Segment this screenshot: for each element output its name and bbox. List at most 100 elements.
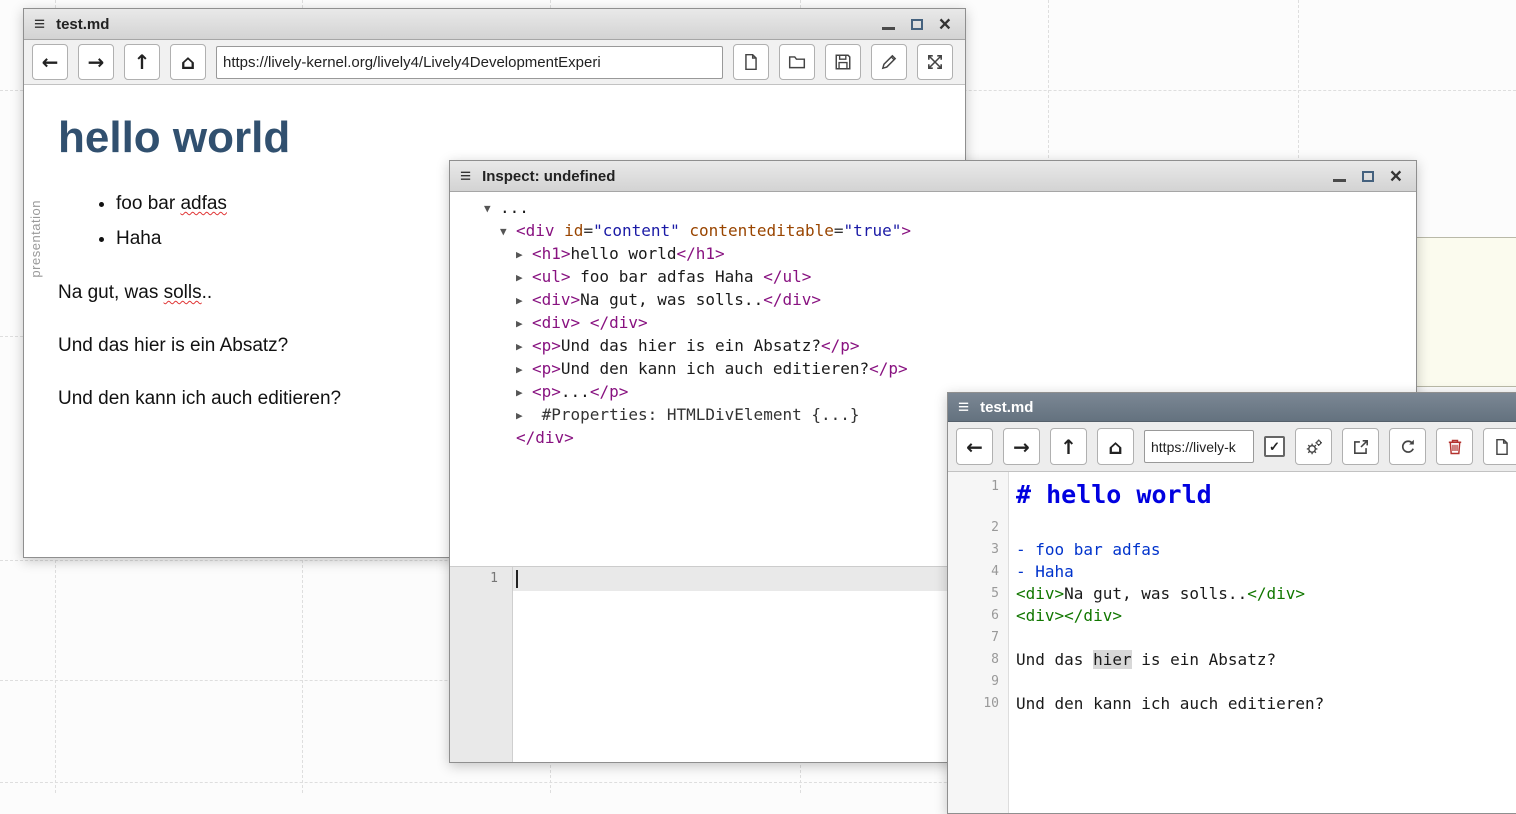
editor-line[interactable]: 3- foo bar adfas	[948, 539, 1516, 561]
text-segment	[580, 313, 590, 332]
titlebar[interactable]: ≡ test.md	[948, 393, 1516, 422]
tree-collapsed-icon[interactable]: ▶	[516, 336, 532, 358]
tree-collapsed-icon[interactable]: ▶	[516, 359, 532, 381]
text-segment: - foo bar adfas	[1016, 540, 1161, 559]
editor-line[interactable]: 1# hello world	[948, 476, 1516, 517]
text-segment: </p>	[869, 359, 908, 378]
code-line-content: Und das hier is ein Absatz?	[1008, 649, 1276, 671]
menu-icon[interactable]: ≡	[460, 167, 471, 186]
text-segment: </div>	[763, 290, 821, 309]
text-cursor	[516, 570, 518, 588]
navigation-toolbar: ← → ↑ ⌂	[24, 40, 965, 85]
minimize-icon[interactable]	[1333, 179, 1346, 182]
back-button[interactable]: ←	[32, 44, 68, 80]
tree-row[interactable]: ▼<div id="content" contenteditable="true…	[450, 220, 1416, 243]
editor-line[interactable]: 5<div>Na gut, was solls..</div>	[948, 583, 1516, 605]
code-editor[interactable]: 1# hello world23- foo bar adfas4- Haha5<…	[948, 472, 1516, 814]
markdown-heading[interactable]: hello world	[58, 113, 965, 163]
text-segment: </p>	[821, 336, 860, 355]
tree-row[interactable]: ▶<div>Na gut, was solls..</div>	[450, 289, 1416, 312]
line-number: 1	[450, 571, 498, 586]
tree-expanded-icon[interactable]: ▼	[484, 198, 500, 220]
tree-collapsed-icon[interactable]: ▶	[516, 290, 532, 312]
tree-expanded-icon[interactable]: ▼	[500, 221, 516, 243]
tree-collapsed-icon[interactable]: ▶	[516, 382, 532, 404]
titlebar[interactable]: ≡ test.md ×	[24, 9, 965, 40]
settings-button[interactable]	[1295, 428, 1332, 465]
home-button[interactable]: ⌂	[1097, 428, 1134, 465]
url-input[interactable]	[216, 46, 723, 79]
up-button[interactable]: ↑	[124, 44, 160, 80]
close-icon[interactable]: ×	[1390, 166, 1402, 187]
tree-collapsed-icon[interactable]: ▶	[516, 244, 532, 266]
text-segment: - Haha	[1016, 562, 1074, 581]
menu-icon[interactable]: ≡	[34, 15, 45, 34]
tree-row[interactable]: ▶<div> </div>	[450, 312, 1416, 335]
text-segment: Und den kann ich auch editieren?	[58, 388, 341, 409]
window-controls: ×	[1333, 166, 1406, 187]
new-file-button[interactable]	[733, 44, 769, 80]
expand-button[interactable]	[917, 44, 953, 80]
line-number: 5	[948, 583, 1008, 605]
text-segment: Haha	[116, 228, 161, 249]
text-segment: Na gut, was solls..	[580, 290, 763, 309]
menu-icon[interactable]: ≡	[958, 398, 969, 417]
open-external-button[interactable]	[1342, 428, 1379, 465]
url-input[interactable]	[1144, 430, 1254, 463]
tree-row[interactable]: ▶<h1>hello world</h1>	[450, 243, 1416, 266]
tree-row[interactable]: ▶<ul> foo bar adfas Haha </ul>	[450, 266, 1416, 289]
text-segment: contenteditable	[680, 221, 834, 240]
check-icon: ✓	[1269, 440, 1280, 453]
maximize-icon[interactable]	[1362, 171, 1374, 182]
home-button[interactable]: ⌂	[170, 44, 206, 80]
editor-line[interactable]: 10Und den kann ich auch editieren?	[948, 693, 1516, 715]
background-panel-fragment	[1414, 237, 1516, 387]
markdown-editor-window: ≡ test.md ← → ↑ ⌂ ✓	[947, 392, 1516, 814]
text-segment: Und das	[1016, 650, 1093, 669]
tree-collapsed-icon[interactable]: ▶	[516, 405, 532, 427]
text-segment: hello world	[571, 244, 677, 263]
trash-icon	[1446, 438, 1464, 456]
text-segment: </div>	[516, 428, 574, 447]
editor-line[interactable]: 9	[948, 671, 1516, 693]
tree-row[interactable]: ▶<p>Und den kann ich auch editieren?</p>	[450, 358, 1416, 381]
tree-row[interactable]: ▼...	[450, 197, 1416, 220]
minimize-icon[interactable]	[882, 27, 895, 30]
pencil-icon	[880, 53, 898, 71]
refresh-button[interactable]	[1389, 428, 1426, 465]
back-button[interactable]: ←	[956, 428, 993, 465]
text-segment: <div></div>	[1016, 606, 1122, 625]
forward-button[interactable]: →	[78, 44, 114, 80]
expand-icon	[926, 53, 944, 71]
text-segment: foo bar adfas Haha	[571, 267, 764, 286]
auto-update-checkbox[interactable]: ✓	[1264, 436, 1285, 457]
tree-row[interactable]: ▶<p>Und das hier is ein Absatz?</p>	[450, 335, 1416, 358]
save-button[interactable]	[825, 44, 861, 80]
code-line-content: - foo bar adfas	[1008, 539, 1161, 561]
line-number: 4	[948, 561, 1008, 583]
text-segment: =	[834, 221, 844, 240]
line-number: 1	[948, 476, 1008, 498]
edit-button[interactable]	[871, 44, 907, 80]
close-icon[interactable]: ×	[939, 14, 951, 35]
editor-line[interactable]: 7	[948, 627, 1516, 649]
forward-button[interactable]: →	[1003, 428, 1040, 465]
editor-line[interactable]: 6<div></div>	[948, 605, 1516, 627]
text-segment: ..	[202, 282, 213, 303]
new-file-button[interactable]	[1483, 428, 1516, 465]
tree-collapsed-icon[interactable]: ▶	[516, 267, 532, 289]
up-button[interactable]: ↑	[1050, 428, 1087, 465]
code-line-content: <div></div>	[1008, 605, 1122, 627]
open-folder-button[interactable]	[779, 44, 815, 80]
code-line-content: <div>Na gut, was solls..</div>	[1008, 583, 1305, 605]
titlebar[interactable]: ≡ Inspect: undefined ×	[450, 161, 1416, 192]
editor-line[interactable]: 4 - Haha	[948, 561, 1516, 583]
maximize-icon[interactable]	[911, 19, 923, 30]
editor-line[interactable]: 2	[948, 517, 1516, 539]
editor-line[interactable]: 8Und das hier is ein Absatz?	[948, 649, 1516, 671]
text-segment: =	[583, 221, 593, 240]
text-segment: #Properties: HTMLDivElement {...}	[532, 405, 860, 424]
text-segment: <p>	[532, 382, 561, 401]
delete-button[interactable]	[1436, 428, 1473, 465]
tree-collapsed-icon[interactable]: ▶	[516, 313, 532, 335]
